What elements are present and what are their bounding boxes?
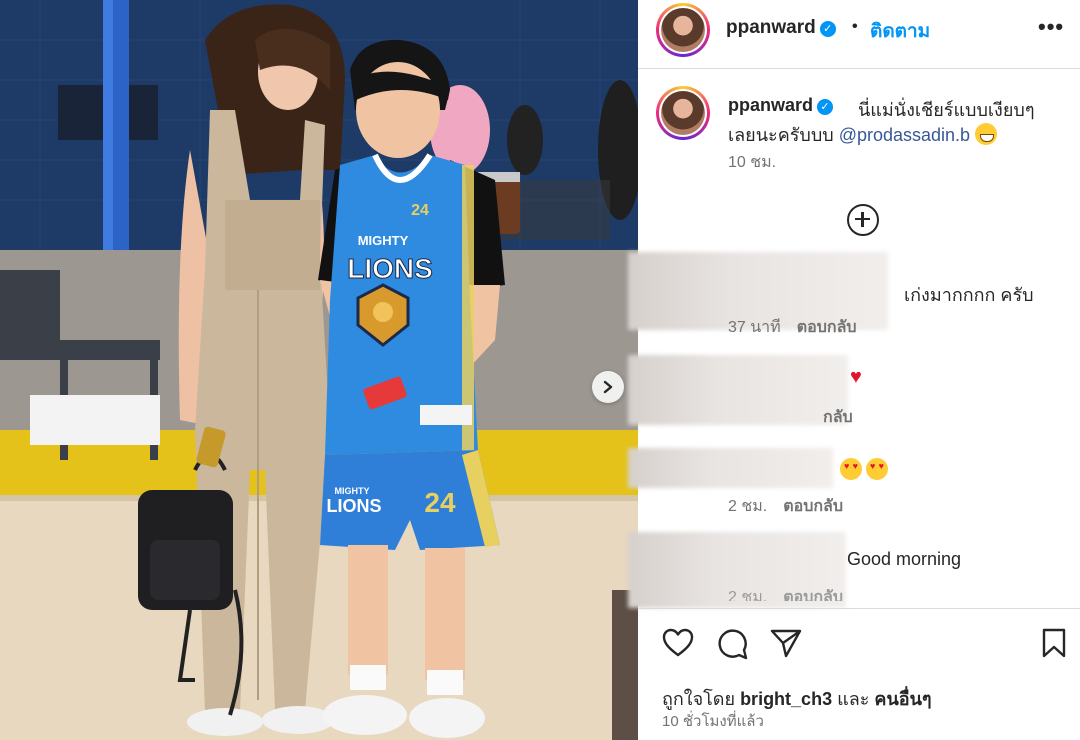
jersey-number: 24	[411, 202, 429, 219]
jersey-team-top: MIGHTY	[358, 233, 409, 248]
shorts-team-main: LIONS	[326, 496, 381, 516]
comment-icon[interactable]	[716, 628, 748, 660]
follow-button[interactable]: ติดตาม	[870, 16, 930, 46]
liked-by-user-link[interactable]: bright_ch3	[740, 689, 832, 709]
caption-avatar[interactable]	[656, 86, 710, 140]
blurred-avatar-username	[628, 448, 833, 488]
carousel-next-button[interactable]	[592, 371, 624, 403]
caption-mention-link[interactable]: @prodassadin.b	[839, 125, 970, 145]
post-image: MIGHTY LIONS 24 MIGHTY LIONS 24	[0, 0, 638, 740]
header-divider	[638, 68, 1080, 69]
comment-meta: 2 ชม. ตอบกลับ	[728, 498, 844, 515]
post-timestamp: 10 ชั่วโมงที่แล้ว	[662, 713, 764, 730]
caption-username[interactable]: ppanward ✓	[728, 95, 834, 116]
reply-button[interactable]: ตอบกลับ	[783, 589, 843, 601]
actions-divider	[638, 608, 1080, 609]
caption-text-line2: เลยนะครับบบ @prodassadin.b	[728, 120, 998, 149]
post-photo: MIGHTY LIONS 24 MIGHTY LIONS 24	[0, 0, 638, 740]
action-bar	[638, 618, 1080, 668]
blurred-avatar-username	[628, 355, 848, 425]
post-details-panel: ppanward ✓ • ติดตาม ••• ppanward ✓ นี่แม่น…	[628, 0, 1080, 740]
reply-button[interactable]: กลับ	[823, 409, 853, 426]
comment-meta: กลับ	[823, 405, 853, 430]
comment-text: Good morning	[847, 549, 962, 569]
jersey-team-main: LIONS	[347, 253, 433, 284]
author-avatar[interactable]	[656, 3, 710, 57]
verified-badge-icon: ✓	[819, 21, 836, 37]
bookmark-icon[interactable]	[1041, 628, 1067, 658]
grinning-emoji-icon	[975, 123, 998, 145]
more-options-icon[interactable]: •••	[1038, 14, 1064, 40]
reply-button[interactable]: ตอบกลับ	[783, 498, 843, 515]
heart-icon[interactable]	[662, 628, 694, 658]
load-more-comments-icon[interactable]	[847, 204, 879, 236]
post-header: ppanward ✓ • ติดตาม •••	[638, 0, 1080, 57]
chevron-right-icon	[603, 380, 613, 394]
header-separator: •	[852, 18, 858, 35]
share-icon[interactable]	[770, 628, 802, 658]
comment-meta: 2 ชม. ตอบกลับ	[728, 585, 843, 601]
verified-badge-icon: ✓	[817, 99, 834, 115]
heart-eyes-emoji-icon	[840, 458, 862, 480]
comment-text: เก่งมากกกก ครับ	[904, 285, 1034, 305]
reply-button[interactable]: ตอบกลับ	[797, 319, 857, 336]
author-username[interactable]: ppanward ✓	[726, 17, 836, 39]
caption-time: 10 ชม.	[728, 154, 777, 171]
shorts-team-top: MIGHTY	[335, 486, 370, 496]
liked-by-others-link[interactable]: คนอื่นๆ	[874, 689, 931, 709]
red-heart-icon: ♥	[850, 366, 862, 388]
comment-meta: 37 นาที ตอบกลับ	[728, 319, 857, 336]
comment-emojis	[840, 458, 892, 481]
heart-eyes-emoji-icon	[866, 458, 888, 480]
shorts-number: 24	[424, 487, 456, 518]
